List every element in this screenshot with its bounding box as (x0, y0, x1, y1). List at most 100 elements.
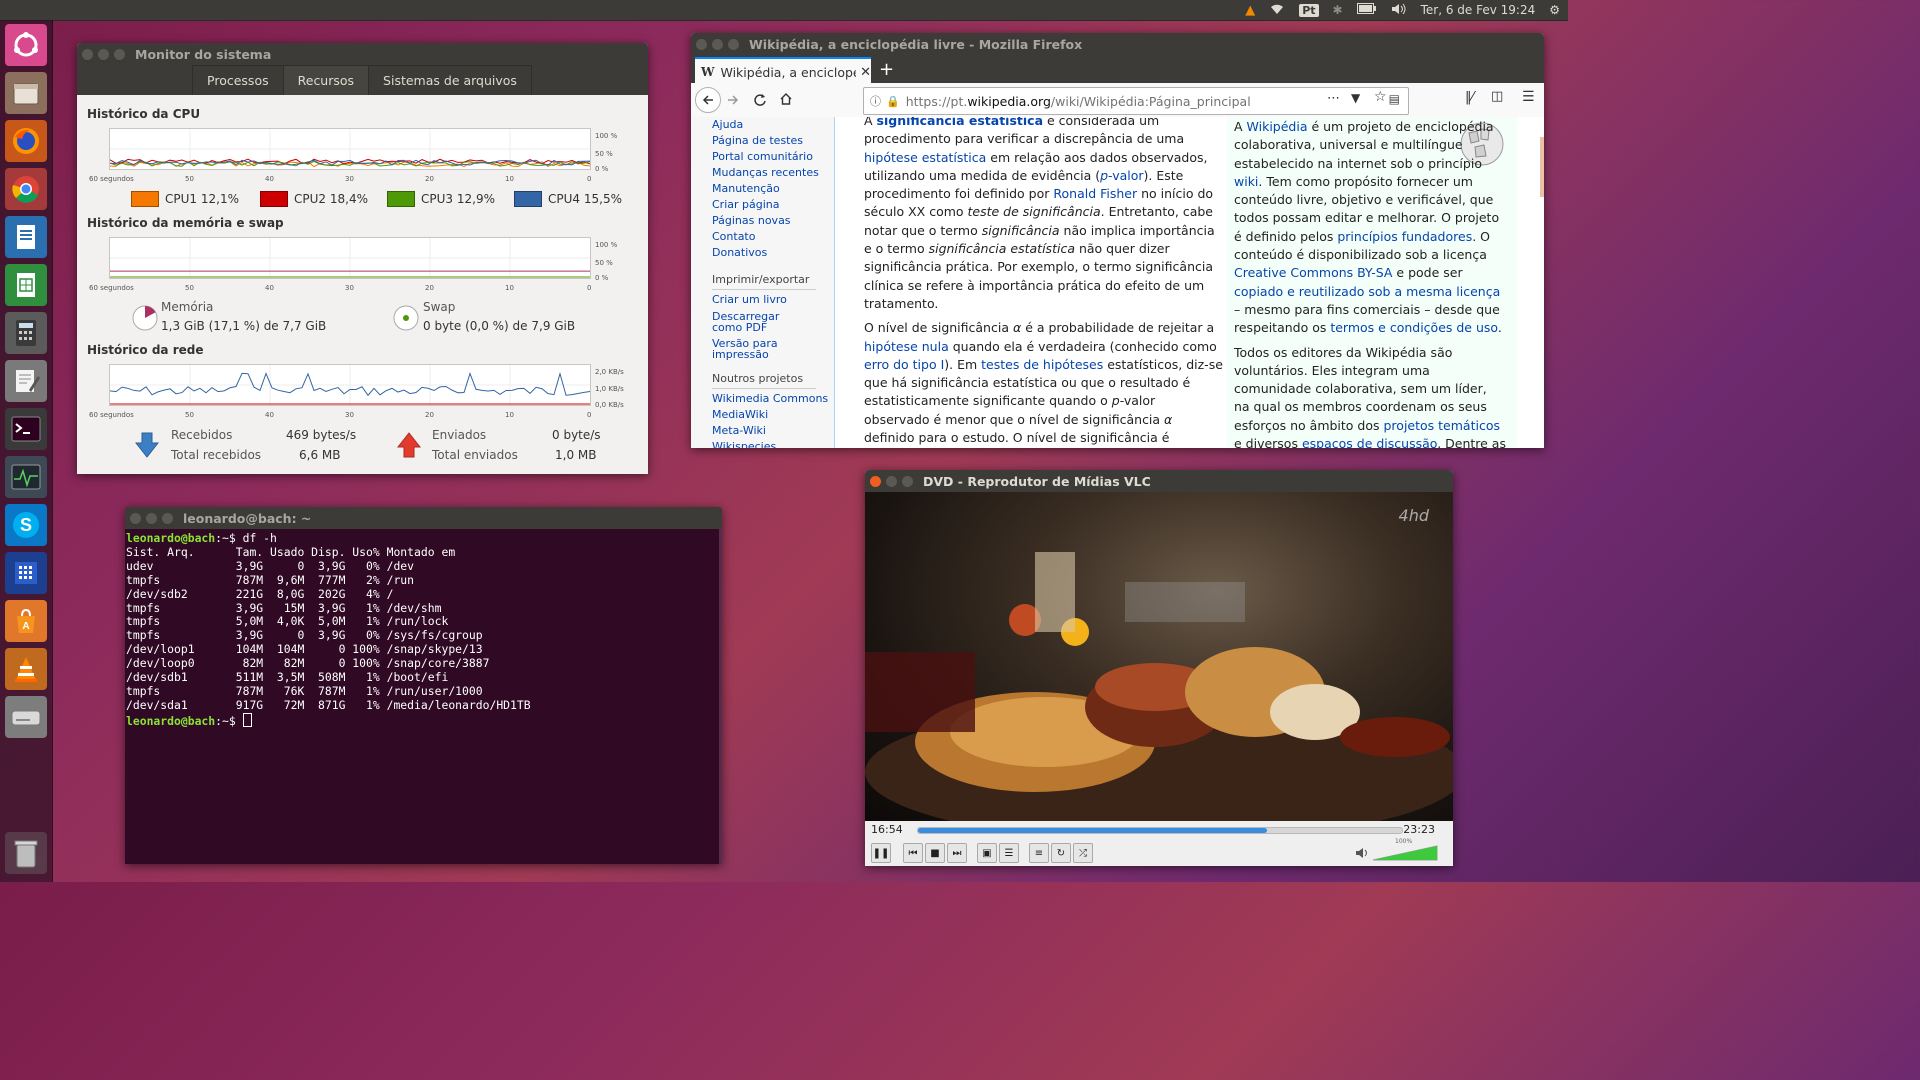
sidebar-link[interactable]: Contato (712, 229, 830, 245)
swap-pie-icon[interactable] (392, 304, 420, 332)
maximize-button[interactable] (162, 512, 173, 524)
pocket-icon[interactable]: ▼ (1351, 91, 1360, 105)
vlc-tray-icon[interactable]: ▲ (1245, 3, 1255, 18)
net-xtick: 40 (265, 411, 274, 419)
launcher-remmina[interactable] (5, 552, 47, 594)
launcher-calculator[interactable] (5, 312, 47, 354)
pause-button[interactable]: ❚❚ (871, 843, 891, 863)
titlebar: DVD - Reprodutor de Mídias VLC (865, 470, 1453, 492)
page-actions-icon[interactable]: ⋯ (1327, 91, 1340, 106)
cpu4-color-swatch[interactable] (514, 191, 542, 207)
keyboard-layout-indicator[interactable]: Pt (1299, 3, 1319, 17)
sidebar-link[interactable]: Versão para impressão (712, 338, 782, 360)
window-title: Wikipédia, a enciclopédia livre - Mozill… (749, 36, 1083, 52)
terminal-scrollbar[interactable] (719, 529, 722, 864)
close-tab-icon[interactable]: ✕ (860, 65, 871, 80)
sidebar-link[interactable]: Ajuda (712, 117, 830, 133)
battery-icon[interactable] (1356, 3, 1377, 17)
close-button[interactable] (82, 48, 93, 60)
clock[interactable]: Ter, 6 de Fev 19:24 (1421, 3, 1536, 17)
cpu1-color-swatch[interactable] (131, 191, 159, 207)
library-icon[interactable]: ‖⁄ (1465, 90, 1474, 105)
menu-icon[interactable]: ☰ (1522, 89, 1535, 105)
launcher-software-center[interactable]: A (5, 600, 47, 642)
close-button[interactable] (130, 512, 141, 524)
reader-view-icon[interactable]: ▤ (1389, 92, 1400, 106)
next-button[interactable]: ⏭ (947, 843, 967, 863)
launcher-writer[interactable] (5, 216, 47, 258)
stop-button[interactable]: ■ (925, 843, 945, 863)
launcher-calc[interactable] (5, 264, 47, 306)
swap-label: Swap (423, 300, 456, 314)
sidebar-toggle-icon[interactable]: ◫ (1491, 89, 1503, 104)
back-button[interactable] (695, 87, 721, 113)
launcher-trash[interactable] (5, 832, 47, 874)
bluetooth-icon[interactable]: ✱ (1333, 3, 1343, 17)
total-sent-label: Total enviados (432, 448, 518, 462)
scrollbar-thumb[interactable] (1540, 137, 1544, 197)
lock-icon[interactable]: 🔒 (886, 95, 900, 108)
info-icon[interactable]: ⓘ (870, 93, 881, 109)
minimize-button[interactable] (712, 38, 723, 50)
memory-pie-icon[interactable] (131, 304, 159, 332)
sidebar-link[interactable]: Descarregar como PDF (712, 311, 804, 333)
sidebar-link[interactable]: Mudanças recentes (712, 165, 830, 181)
tab-processos[interactable]: Processos (192, 65, 284, 95)
launcher-dash[interactable] (5, 24, 47, 66)
launcher-terminal[interactable] (5, 408, 47, 450)
launcher-system-monitor[interactable] (5, 456, 47, 498)
maximize-button[interactable] (114, 48, 125, 60)
wifi-icon[interactable] (1269, 3, 1285, 18)
sidebar-link[interactable]: Portal comunitário (712, 149, 830, 165)
elapsed-time[interactable]: 16:54 (871, 823, 903, 836)
home-button[interactable] (779, 92, 793, 106)
minimize-button[interactable] (146, 512, 157, 524)
forward-button[interactable] (727, 94, 739, 106)
sidebar-link[interactable]: Criar página (712, 197, 830, 213)
launcher-vlc[interactable] (5, 648, 47, 690)
launcher-skype[interactable]: S (5, 504, 47, 546)
launcher-chrome[interactable] (5, 168, 47, 210)
sidebar-link[interactable]: Páginas novas (712, 213, 830, 229)
sidebar-link[interactable]: Criar um livro (712, 292, 830, 308)
sidebar-link[interactable]: MediaWiki (712, 407, 830, 423)
shuffle-button[interactable]: ⤮ (1073, 843, 1093, 863)
tab-sistemas-de-arquivos[interactable]: Sistemas de arquivos (368, 65, 532, 95)
seek-bar[interactable] (917, 827, 1403, 834)
minimize-button[interactable] (886, 475, 897, 487)
volume-icon[interactable] (1391, 3, 1407, 18)
volume-speaker-icon[interactable] (1355, 847, 1369, 859)
tab-recursos[interactable]: Recursos (282, 65, 370, 95)
maximize-button[interactable] (902, 475, 913, 487)
bookmark-star-icon[interactable]: ☆ (1374, 89, 1387, 105)
sidebar-link[interactable]: Página de testes (712, 133, 830, 149)
sidebar-link[interactable]: Donativos (712, 245, 830, 261)
cpu3-color-swatch[interactable] (387, 191, 415, 207)
reload-button[interactable] (753, 93, 767, 107)
launcher-drive[interactable] (5, 696, 47, 738)
close-button[interactable] (870, 475, 881, 487)
previous-button[interactable]: ⏮ (903, 843, 923, 863)
sidebar-link[interactable]: Meta-Wiki (712, 423, 830, 439)
close-button[interactable] (696, 38, 707, 50)
minimize-button[interactable] (98, 48, 109, 60)
terminal-content[interactable]: leonardo@bach:~$ df -h Sist. Arq. Tam. U… (125, 529, 722, 729)
cpu4-legend: CPU4 15,5% (514, 191, 622, 207)
browser-tab[interactable]: W Wikipédia, a enciclopédi ✕ (695, 57, 871, 85)
video-area[interactable]: 4hd (865, 492, 1453, 821)
gear-icon[interactable]: ⚙ (1549, 3, 1560, 17)
launcher-text-editor[interactable] (5, 360, 47, 402)
extended-settings-button[interactable]: ☰ (999, 843, 1019, 863)
sidebar-link[interactable]: Wikimedia Commons (712, 391, 830, 407)
sidebar-link[interactable]: Wikispecies (712, 439, 830, 448)
fullscreen-button[interactable]: ▣ (977, 843, 997, 863)
playlist-button[interactable]: ≡ (1029, 843, 1049, 863)
cpu2-color-swatch[interactable] (260, 191, 288, 207)
volume-slider[interactable] (1371, 845, 1439, 861)
launcher-files[interactable] (5, 72, 47, 114)
new-tab-button[interactable]: + (879, 59, 894, 80)
maximize-button[interactable] (728, 38, 739, 50)
sidebar-link[interactable]: Manutenção (712, 181, 830, 197)
loop-button[interactable]: ↻ (1051, 843, 1071, 863)
launcher-firefox[interactable] (5, 120, 47, 162)
